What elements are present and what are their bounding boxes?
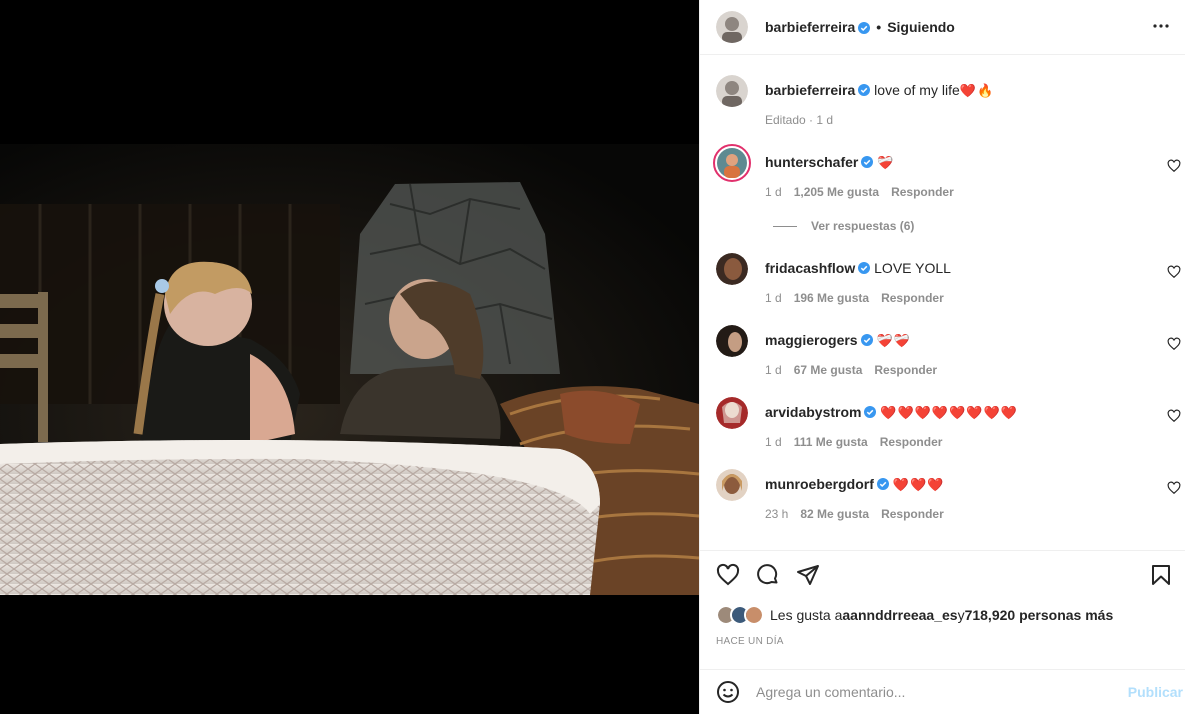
publish-button[interactable]: Publicar <box>1128 684 1183 700</box>
heart-icon[interactable] <box>716 563 740 587</box>
replies-divider <box>773 225 797 227</box>
comment-age: 1 d <box>765 291 782 305</box>
comment-meta: 1 d 196 Me gusta Responder <box>765 291 944 305</box>
comment-emoji: ❤️‍🩹 <box>877 155 895 170</box>
comment-body: fridacashflow LOVE YOLL <box>765 259 1155 278</box>
caption: barbieferreira love of my life❤️🔥 Editad… <box>716 75 1185 135</box>
reply-button[interactable]: Responder <box>881 507 944 521</box>
caption-avatar[interactable] <box>716 75 748 107</box>
comment-username[interactable]: hunterschafer <box>765 154 858 170</box>
post-media <box>0 0 699 714</box>
verified-badge-icon <box>858 82 871 96</box>
post-photo[interactable] <box>0 144 699 595</box>
comment-emoji: ❤️❤️❤️❤️❤️❤️❤️❤️ <box>880 405 1018 420</box>
commenter-avatar[interactable] <box>713 144 751 182</box>
comment-like-count[interactable]: 67 Me gusta <box>794 363 863 377</box>
comment-username[interactable]: munroebergdorf <box>765 476 874 492</box>
comment-username[interactable]: fridacashflow <box>765 260 855 276</box>
comment-like-count[interactable]: 111 Me gusta <box>794 435 868 449</box>
verified-badge-icon <box>858 21 871 34</box>
view-replies-label[interactable]: Ver respuestas (6) <box>811 219 914 233</box>
comment-like-count[interactable]: 196 Me gusta <box>794 291 869 305</box>
comment-body: maggierogers ❤️‍🩹❤️‍🩹 <box>765 331 1155 350</box>
bookmark-icon[interactable] <box>1149 563 1173 587</box>
comment-emoji: ❤️‍🩹❤️‍🩹 <box>876 333 911 348</box>
comment-body: arvidabystrom ❤️❤️❤️❤️❤️❤️❤️❤️ <box>765 403 1155 422</box>
commenter-avatar[interactable] <box>716 253 748 285</box>
more-icon[interactable] <box>1149 14 1173 38</box>
verified-badge-icon <box>876 476 889 490</box>
reply-button[interactable]: Responder <box>891 185 954 199</box>
verified-badge-icon <box>858 260 871 274</box>
comment-username[interactable]: maggierogers <box>765 332 858 348</box>
comment-item: arvidabystrom ❤️❤️❤️❤️❤️❤️❤️❤️ 1 d 111 M… <box>716 397 1185 457</box>
comment-like-count[interactable]: 1,205 Me gusta <box>794 185 879 199</box>
liker-avatar[interactable] <box>744 605 764 625</box>
caption-emoji: ❤️🔥 <box>959 83 995 98</box>
comment-text: LOVE YOLL <box>874 260 951 276</box>
reply-button[interactable]: Responder <box>880 435 943 449</box>
commenter-avatar[interactable] <box>716 325 748 357</box>
author-avatar[interactable] <box>716 11 748 43</box>
heart-icon[interactable] <box>1167 159 1181 173</box>
caption-edited-time: Editado · 1 d <box>765 113 834 127</box>
comment-item: fridacashflow LOVE YOLL 1 d 196 Me gusta… <box>716 253 1185 313</box>
comment-body: munroebergdorf ❤️❤️❤️ <box>765 475 1155 494</box>
liker-username[interactable]: aannddrreeaa_es <box>842 607 957 623</box>
heart-icon[interactable] <box>1167 337 1181 351</box>
reply-button[interactable]: Responder <box>881 291 944 305</box>
commenter-avatar[interactable] <box>716 469 748 501</box>
comment-item: hunterschafer ❤️‍🩹 1 d 1,205 Me gusta Re… <box>713 144 1185 207</box>
verified-badge-icon <box>864 404 877 418</box>
likes-count[interactable]: 718,920 personas más <box>965 607 1114 623</box>
comment-meta: 1 d 67 Me gusta Responder <box>765 363 937 377</box>
likes-middle: y <box>957 607 965 623</box>
heart-icon[interactable] <box>1167 265 1181 279</box>
caption-body: barbieferreira love of my life❤️🔥 <box>765 81 1155 100</box>
comment-username[interactable]: arvidabystrom <box>765 404 861 420</box>
commenter-avatar[interactable] <box>716 397 748 429</box>
comment-input[interactable] <box>756 684 1096 700</box>
comment-age: 1 d <box>765 185 782 199</box>
share-icon[interactable] <box>796 563 820 587</box>
view-replies-button[interactable]: Ver respuestas (6) <box>773 219 914 233</box>
likes-prefix: Les gusta a <box>770 607 843 623</box>
verified-badge-icon <box>860 332 873 346</box>
comment-emoji: ❤️❤️❤️ <box>892 477 945 492</box>
comment-age: 1 d <box>765 363 782 377</box>
comment-item: munroebergdorf ❤️❤️❤️ 23 h 82 Me gusta R… <box>716 469 1185 529</box>
post-actions: Les gusta a aannddrreeaa_es y 718,920 pe… <box>700 550 1185 660</box>
caption-username[interactable]: barbieferreira <box>765 82 855 98</box>
separator-dot: • <box>876 19 882 35</box>
comments-list[interactable]: barbieferreira love of my life❤️🔥 Editad… <box>700 55 1185 550</box>
comment-item: maggierogers ❤️‍🩹❤️‍🩹 1 d 67 Me gusta Re… <box>716 325 1185 385</box>
comment-icon[interactable] <box>756 563 780 587</box>
comment-meta: 1 d 1,205 Me gusta Responder <box>765 185 954 199</box>
comment-meta: 23 h 82 Me gusta Responder <box>765 507 944 521</box>
reply-button[interactable]: Responder <box>874 363 937 377</box>
comment-like-count[interactable]: 82 Me gusta <box>800 507 869 521</box>
author-username[interactable]: barbieferreira <box>765 19 855 35</box>
comment-age: 23 h <box>765 507 789 521</box>
comment-meta: 1 d 111 Me gusta Responder <box>765 435 942 449</box>
likes-summary: Les gusta a aannddrreeaa_es y 718,920 pe… <box>716 605 1113 625</box>
verified-badge-icon <box>861 154 874 168</box>
post-header: barbieferreira • Siguiendo <box>700 0 1185 55</box>
caption-meta: Editado · 1 d <box>765 113 833 127</box>
comment-age: 1 d <box>765 435 782 449</box>
follow-status-button[interactable]: Siguiendo <box>887 19 955 35</box>
heart-icon[interactable] <box>1167 481 1181 495</box>
post-dialog: barbieferreira • Siguiendo barbieferreir… <box>0 0 1185 714</box>
post-time[interactable]: HACE UN DÍA <box>716 636 784 647</box>
comment-composer: Publicar <box>700 669 1185 714</box>
post-side-panel: barbieferreira • Siguiendo barbieferreir… <box>699 0 1185 714</box>
caption-text: love of my life <box>874 82 960 98</box>
comment-body: hunterschafer ❤️‍🩹 <box>765 153 1155 172</box>
emoji-icon[interactable] <box>716 680 740 704</box>
heart-icon[interactable] <box>1167 409 1181 423</box>
